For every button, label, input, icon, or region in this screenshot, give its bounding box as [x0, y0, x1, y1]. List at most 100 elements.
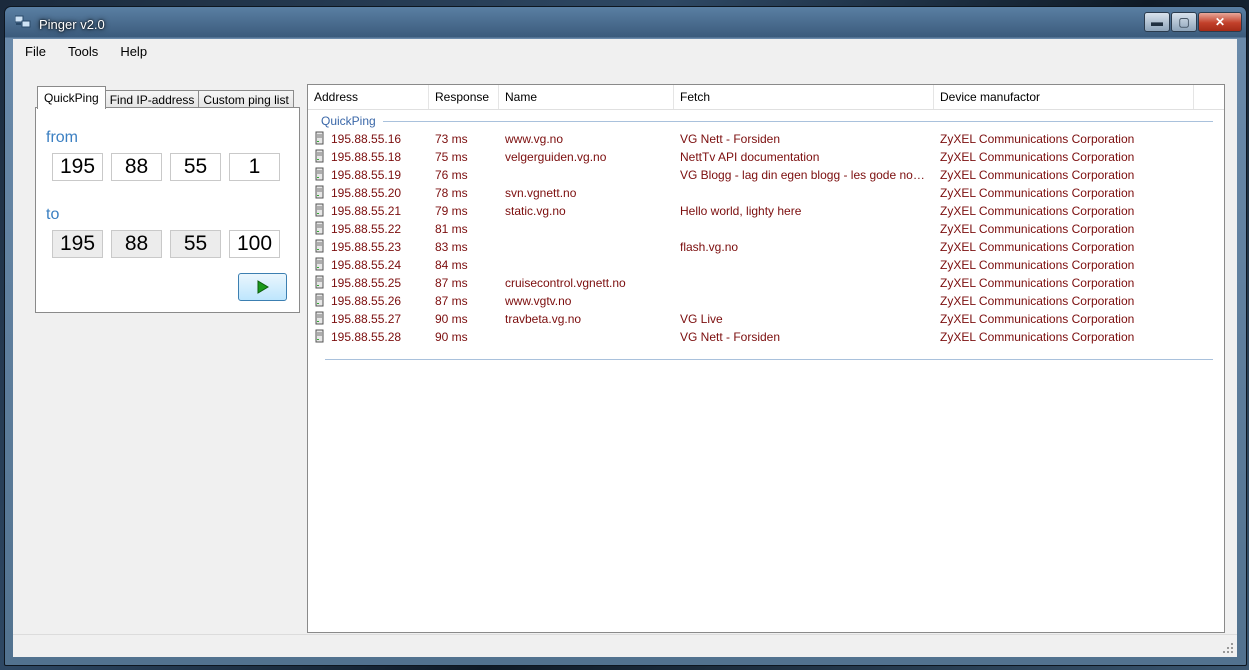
server-icon: [315, 329, 324, 343]
table-row[interactable]: 195.88.55.21 79 ms static.vg.no Hello world…: [308, 202, 1224, 220]
device-manufactor-cell: ZyXEL Communications Corporation: [940, 222, 1135, 236]
tab-strip: QuickPing Find IP-address Custom ping li…: [37, 86, 294, 109]
menu-file[interactable]: File: [13, 44, 57, 59]
group-header: QuickPing: [321, 114, 376, 128]
fetch-cell: NettTv API documentation: [680, 150, 820, 164]
address-cell: 195.88.55.26: [331, 294, 402, 308]
server-icon: [315, 239, 324, 253]
from-octet-1[interactable]: 195: [52, 153, 103, 181]
table-row[interactable]: 195.88.55.25 87 ms cruisecontrol.vgnett.no…: [308, 274, 1224, 292]
name-cell: svn.vgnett.no: [505, 186, 577, 200]
address-cell: 195.88.55.21: [331, 204, 402, 218]
fetch-cell: VG Nett - Forsiden: [680, 330, 781, 344]
address-cell: 195.88.55.20: [331, 186, 402, 200]
fetch-cell: VG Live: [680, 312, 723, 326]
tab-quickping[interactable]: QuickPing: [37, 86, 106, 109]
column-device-manufactor[interactable]: Device manufactor: [934, 85, 1194, 109]
from-octet-3[interactable]: 55: [170, 153, 221, 181]
device-manufactor-cell: ZyXEL Communications Corporation: [940, 330, 1135, 344]
group-end-divider: [325, 359, 1213, 360]
resize-grip-icon[interactable]: [1223, 643, 1234, 654]
name-cell: www.vg.no: [505, 132, 564, 146]
table-row[interactable]: 195.88.55.23 83 ms flash.vg.no ZyXEL Commun…: [308, 238, 1224, 256]
from-octet-4[interactable]: 1: [229, 153, 280, 181]
response-cell: 75 ms: [435, 150, 468, 164]
server-icon: [315, 167, 324, 181]
window-title: Pinger v2.0: [39, 17, 105, 32]
server-icon: [315, 221, 324, 235]
server-icon: [315, 311, 324, 325]
column-address[interactable]: Address: [308, 85, 429, 109]
start-ping-button[interactable]: [238, 273, 287, 301]
address-cell: 195.88.55.18: [331, 150, 402, 164]
close-icon: ✕: [1214, 15, 1226, 29]
maximize-button[interactable]: ▢: [1171, 12, 1197, 32]
to-label: to: [46, 206, 60, 223]
address-cell: 195.88.55.25: [331, 276, 402, 290]
fetch-cell: flash.vg.no: [680, 240, 739, 254]
menu-help[interactable]: Help: [109, 44, 158, 59]
to-octet-2: 88: [111, 230, 162, 258]
minimize-icon: ▬: [1151, 15, 1163, 29]
status-bar: [13, 634, 1237, 657]
menu-tools[interactable]: Tools: [57, 44, 109, 59]
from-label: from: [46, 129, 78, 146]
device-manufactor-cell: ZyXEL Communications Corporation: [940, 312, 1135, 326]
table-row[interactable]: 195.88.55.20 78 ms svn.vgnett.no ZyXEL Comm…: [308, 184, 1224, 202]
name-cell: static.vg.no: [505, 204, 566, 218]
device-manufactor-cell: ZyXEL Communications Corporation: [940, 258, 1135, 272]
table-row[interactable]: 195.88.55.27 90 ms travbeta.vg.no VG Live Zy…: [308, 310, 1224, 328]
device-manufactor-cell: ZyXEL Communications Corporation: [940, 276, 1135, 290]
server-icon: [315, 149, 324, 163]
device-manufactor-cell: ZyXEL Communications Corporation: [940, 168, 1135, 182]
fetch-cell: Hello world, lighty here: [680, 204, 802, 218]
address-cell: 195.88.55.16: [331, 132, 402, 146]
table-row[interactable]: 195.88.55.22 81 ms ZyXEL Communications Co…: [308, 220, 1224, 238]
server-icon: [315, 275, 324, 289]
table-row[interactable]: 195.88.55.19 76 ms VG Blogg - lag din egen…: [308, 166, 1224, 184]
maximize-icon: ▢: [1178, 15, 1190, 29]
results-list[interactable]: Address Response Name Fetch Device manuf…: [307, 84, 1225, 633]
address-cell: 195.88.55.24: [331, 258, 402, 272]
response-cell: 87 ms: [435, 276, 468, 290]
device-manufactor-cell: ZyXEL Communications Corporation: [940, 132, 1135, 146]
response-cell: 90 ms: [435, 330, 468, 344]
device-manufactor-cell: ZyXEL Communications Corporation: [940, 204, 1135, 218]
table-row[interactable]: 195.88.55.24 84 ms ZyXEL Communications Co…: [308, 256, 1224, 274]
column-name[interactable]: Name: [499, 85, 674, 109]
column-response[interactable]: Response: [429, 85, 499, 109]
address-cell: 195.88.55.28: [331, 330, 402, 344]
address-cell: 195.88.55.27: [331, 312, 402, 326]
device-manufactor-cell: ZyXEL Communications Corporation: [940, 294, 1135, 308]
device-manufactor-cell: ZyXEL Communications Corporation: [940, 240, 1135, 254]
column-spacer: [1194, 85, 1224, 109]
address-cell: 195.88.55.22: [331, 222, 402, 236]
table-row[interactable]: 195.88.55.28 90 ms VG Nett - Forsiden ZyXEL…: [308, 328, 1224, 346]
address-cell: 195.88.55.19: [331, 168, 402, 182]
name-cell: velgerguiden.vg.no: [505, 150, 607, 164]
response-cell: 83 ms: [435, 240, 468, 254]
response-cell: 79 ms: [435, 204, 468, 218]
response-cell: 76 ms: [435, 168, 468, 182]
list-header: Address Response Name Fetch Device manuf…: [308, 85, 1224, 110]
server-icon: [315, 203, 324, 217]
name-cell: www.vgtv.no: [505, 294, 572, 308]
table-row[interactable]: 195.88.55.26 87 ms www.vgtv.no ZyXEL Commun…: [308, 292, 1224, 310]
address-cell: 195.88.55.23: [331, 240, 402, 254]
play-icon: [257, 280, 269, 294]
group-divider: [383, 121, 1213, 122]
table-row[interactable]: 195.88.55.18 75 ms velgerguiden.vg.no NettT…: [308, 148, 1224, 166]
close-button[interactable]: ✕: [1198, 12, 1242, 32]
title-bar[interactable]: Pinger v2.0 ▬ ▢ ✕: [5, 7, 1246, 39]
minimize-button[interactable]: ▬: [1144, 12, 1170, 32]
to-octet-3: 55: [170, 230, 221, 258]
from-octet-2[interactable]: 88: [111, 153, 162, 181]
table-row[interactable]: 195.88.55.16 73 ms www.vg.no VG Nett - Fors…: [308, 130, 1224, 148]
to-octet-4[interactable]: 100: [229, 230, 280, 258]
fetch-cell: VG Blogg - lag din egen blogg - les gode…: [680, 168, 928, 182]
response-cell: 90 ms: [435, 312, 468, 326]
response-cell: 73 ms: [435, 132, 468, 146]
network-computers-icon: [15, 15, 31, 28]
column-fetch[interactable]: Fetch: [674, 85, 934, 109]
server-icon: [315, 131, 324, 145]
